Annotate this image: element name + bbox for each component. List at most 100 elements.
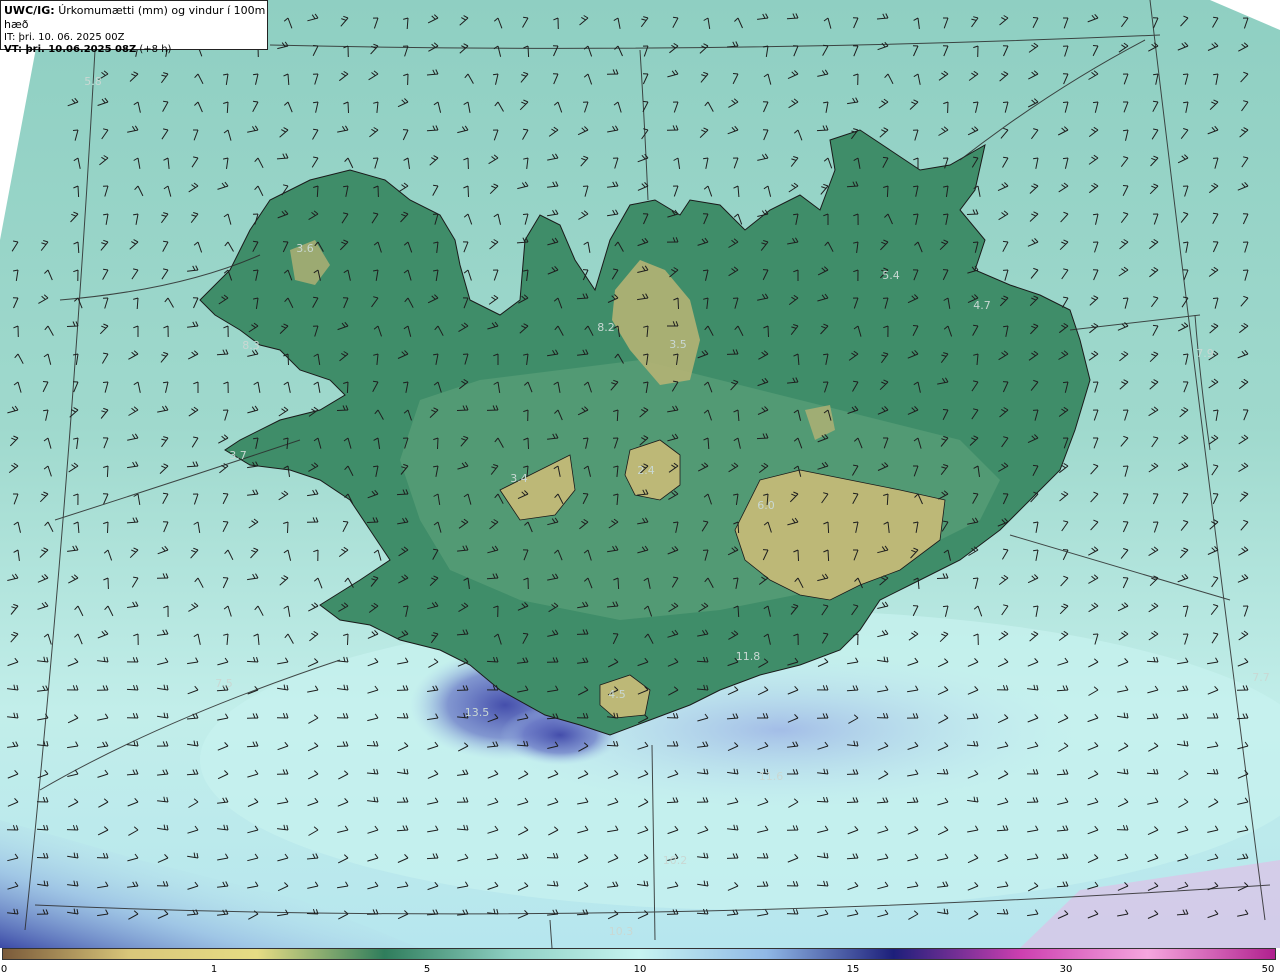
wind-barb-flag: [972, 241, 979, 243]
wind-barb: [737, 605, 740, 618]
wind-barb-flag: [702, 269, 709, 272]
wind-barb: [287, 353, 289, 366]
wind-barb: [126, 688, 139, 691]
wind-barb-flag: [1182, 73, 1189, 75]
wind-barb-flag: [1152, 100, 1159, 103]
wind-barb: [797, 549, 799, 562]
wind-barb-flag: [1122, 129, 1129, 132]
wind-barb-flag: [973, 324, 979, 327]
value-label: 8.3: [242, 339, 260, 352]
wind-barb-flag: [1153, 73, 1159, 76]
wind-barb-flag: [433, 184, 439, 187]
colorbar-tick: 15: [846, 964, 860, 975]
wind-barb-flag: [372, 380, 379, 383]
wind-barb-flag: [43, 409, 49, 412]
colorbar-strip: [2, 948, 1276, 960]
wind-barb-flag: [433, 548, 439, 551]
wind-barb-flag: [913, 185, 919, 188]
wind-barb-flag: [852, 492, 859, 495]
wind-barb: [906, 801, 919, 804]
wind-barb-flag: [222, 521, 229, 523]
wind-barb: [287, 521, 289, 534]
wind-barb-flag: [972, 101, 979, 104]
wind-barb: [336, 409, 349, 411]
wind-barb-flag: [42, 381, 49, 383]
wind-barb: [107, 521, 109, 534]
wind-barb-flag: [1092, 213, 1099, 216]
wind-barb: [226, 101, 229, 114]
value-label: 4.5: [608, 688, 626, 701]
wind-barb: [306, 913, 319, 915]
wind-barb-flag: [912, 325, 919, 327]
wind-barb-flag: [1032, 17, 1039, 19]
wind-barb: [437, 437, 439, 450]
wind-barb-flag: [163, 100, 169, 103]
valid-time-line: VT: þri. 10.06.2025 08Z (+8 h): [4, 44, 267, 56]
wind-barb-flag: [162, 381, 169, 384]
it-label: IT:: [4, 32, 16, 43]
vt-value: VT: þri. 10.06.2025 08Z: [4, 44, 137, 55]
value-label: 3.6: [296, 242, 314, 255]
wind-barb-flag: [72, 129, 79, 131]
wind-barb-flag: [1122, 185, 1129, 187]
wind-barb-flag: [312, 101, 319, 104]
wind-barb: [786, 17, 799, 20]
info-title-line: UWC/IG: Úrkomumætti (mm) og vindur í 100…: [4, 4, 267, 32]
wind-barb: [696, 660, 709, 663]
wind-barb: [396, 829, 409, 832]
wind-barb: [846, 689, 859, 692]
wind-barb: [767, 325, 769, 338]
wind-barb-flag: [162, 492, 169, 495]
wind-barb: [1056, 689, 1069, 692]
value-label: 7.9: [1196, 347, 1214, 360]
wind-barb: [456, 409, 469, 411]
wind-barb: [216, 353, 229, 356]
wind-barb: [666, 801, 679, 804]
wind-barb-flag: [342, 520, 349, 523]
vt-offset: (+8 h): [139, 44, 172, 55]
wind-barb-flag: [522, 213, 529, 215]
wind-barb-flag: [1062, 157, 1069, 160]
wind-barb: [77, 185, 80, 198]
wind-barb: [1236, 717, 1249, 720]
initial-time-line: IT: þri. 10. 06. 2025 00Z: [4, 32, 267, 44]
wind-barb: [996, 829, 1009, 832]
wind-barb-flag: [222, 493, 229, 495]
wind-barb: [696, 912, 709, 915]
value-label: 6.0: [757, 499, 775, 512]
value-label: 10.2: [663, 854, 688, 867]
value-label: 5.4: [882, 269, 900, 282]
wind-barb: [186, 773, 199, 776]
wind-barb-flag: [1122, 297, 1129, 299]
wind-barb: [816, 800, 829, 803]
wind-barb-flag: [1002, 101, 1009, 103]
value-label: 7.7: [1252, 671, 1270, 684]
wind-barb: [827, 549, 830, 562]
wind-barb: [347, 633, 349, 646]
colorbar-tick: 5: [423, 964, 431, 975]
wind-barb: [366, 745, 379, 747]
wind-barb: [346, 381, 349, 394]
wind-barb: [996, 913, 1009, 915]
wind-barb: [316, 185, 319, 198]
wind-barb-flag: [882, 156, 889, 159]
map-info-box: UWC/IG: Úrkomumætti (mm) og vindur í 100…: [0, 0, 268, 55]
wind-barb-flag: [1092, 101, 1099, 104]
wind-barb: [827, 521, 830, 534]
precipitation-colorbar: 0 1 5 10 15 30 50: [0, 948, 1280, 978]
wind-barb-flag: [642, 100, 649, 103]
wind-barb: [527, 437, 529, 450]
wind-barb: [106, 465, 109, 478]
colorbar-tick: 30: [1059, 964, 1073, 975]
colorbar-tick: 1: [210, 964, 218, 975]
wind-barb-flag: [1152, 324, 1159, 327]
value-label: 11.6: [759, 770, 784, 783]
value-label: 8.2: [597, 321, 615, 334]
wind-barb: [36, 857, 49, 859]
wind-barb-flag: [1062, 381, 1069, 384]
wind-barb: [816, 129, 829, 132]
wind-barb-flag: [102, 381, 109, 383]
wind-barb-flag: [582, 493, 589, 495]
value-label: 7.5: [215, 677, 233, 690]
value-label: 2.4: [637, 464, 655, 477]
